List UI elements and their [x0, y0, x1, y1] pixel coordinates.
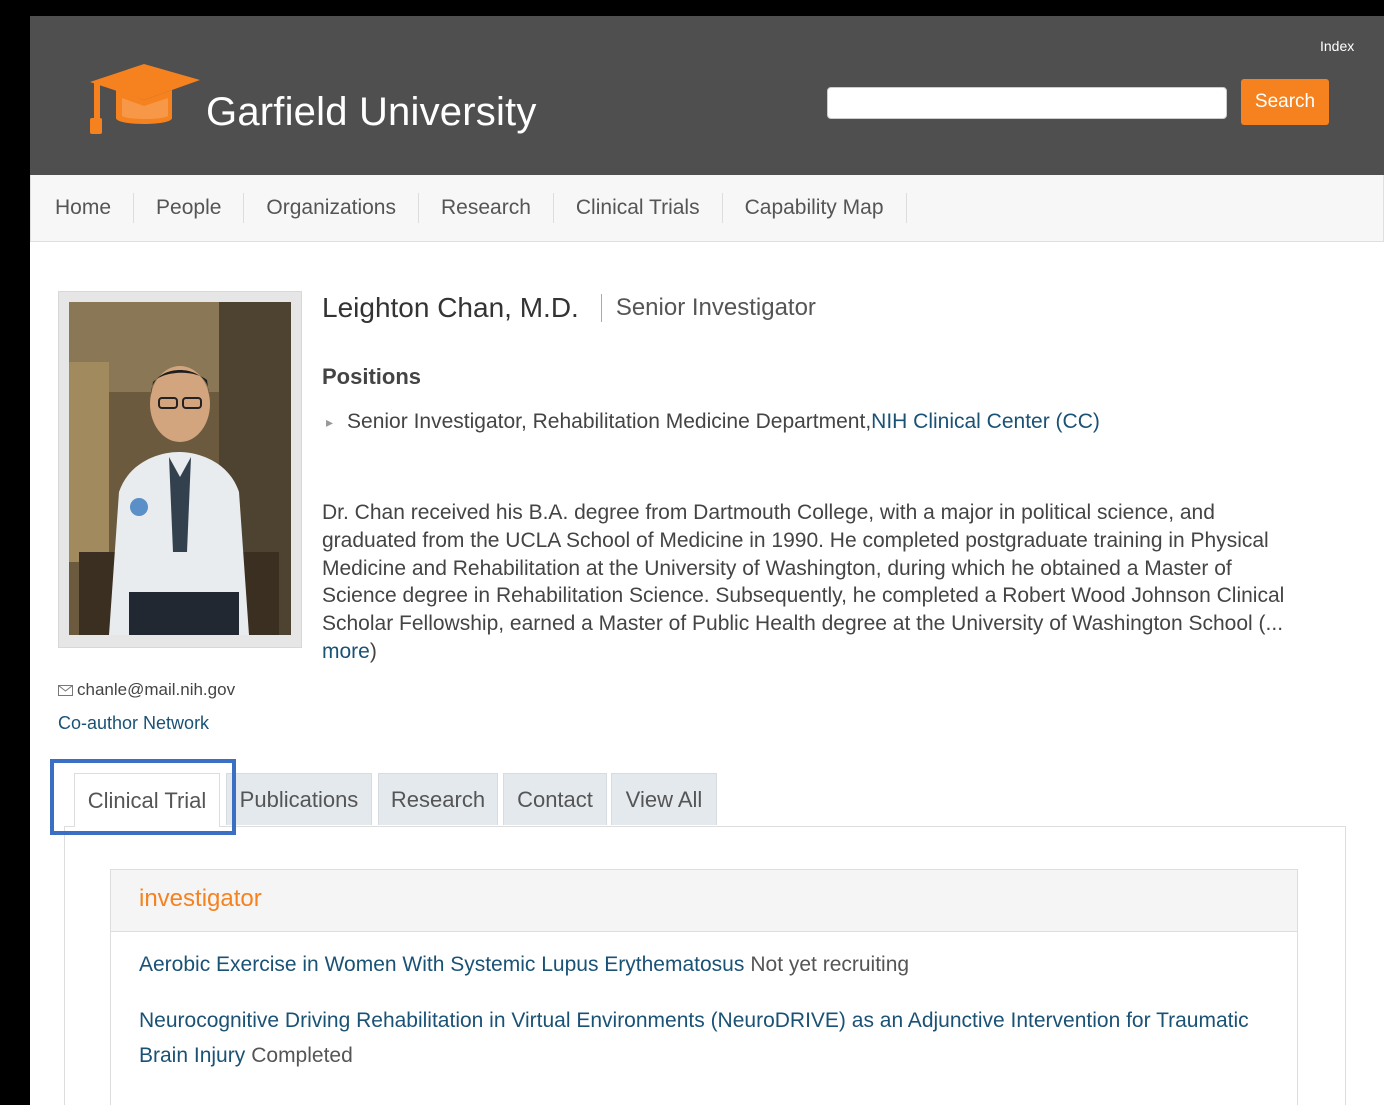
profile-name: Leighton Chan, M.D.	[322, 292, 579, 323]
title-divider	[600, 294, 602, 322]
position-item: ▸ Senior Investigator, Rehabilitation Me…	[326, 410, 1100, 434]
nav-research[interactable]: Research	[419, 193, 554, 223]
bio-text: Dr. Chan received his B.A. degree from D…	[322, 501, 1285, 636]
site-header: Garfield University Index Search	[30, 16, 1384, 175]
site-brand[interactable]: Garfield University	[206, 90, 537, 135]
profile-name-row: Leighton Chan, M.D. Senior Investigator	[322, 292, 816, 324]
trial-item: Aerobic Exercise in Women With Systemic …	[139, 947, 1249, 982]
tab-view-all[interactable]: View All	[611, 773, 717, 825]
nav-organizations[interactable]: Organizations	[244, 193, 419, 223]
tab-contact[interactable]: Contact	[503, 773, 607, 825]
mail-icon	[58, 684, 73, 696]
clinical-trials-header: investigator	[111, 870, 1297, 932]
bio-more-link[interactable]: more	[322, 640, 370, 663]
nav-people[interactable]: People	[134, 193, 245, 223]
main-nav: Home People Organizations Research Clini…	[30, 175, 1384, 242]
nav-clinical-trials[interactable]: Clinical Trials	[554, 193, 723, 223]
org-link[interactable]: NIH Clinical Center (CC)	[871, 410, 1100, 434]
trial-item: Neurocognitive Driving Rehabilitation in…	[139, 1003, 1249, 1073]
profile-title: Senior Investigator	[615, 294, 816, 321]
bio-close-paren: )	[369, 639, 377, 663]
profile-photo	[58, 291, 302, 648]
email-address[interactable]: chanle@mail.nih.gov	[77, 680, 235, 700]
tab-publications[interactable]: Publications	[226, 773, 372, 825]
nav-home[interactable]: Home	[31, 193, 135, 223]
search-input[interactable]	[827, 87, 1227, 119]
positions-heading: Positions	[322, 364, 422, 389]
section-title: investigator	[139, 885, 262, 912]
search-button[interactable]: Search	[1241, 79, 1329, 125]
trial-link[interactable]: Aerobic Exercise in Women With Systemic …	[139, 953, 744, 976]
trial-status: Completed	[251, 1044, 353, 1067]
profile-bio: Dr. Chan received his B.A. degree from D…	[322, 499, 1302, 666]
bullet-arrow-icon: ▸	[326, 413, 334, 430]
tab-highlight-annotation	[50, 759, 236, 835]
position-text: Senior Investigator, Rehabilitation Medi…	[347, 410, 872, 433]
clinical-trials-box: investigator Aerobic Exercise in Women W…	[110, 869, 1298, 1105]
page: Garfield University Index Search Home Pe…	[30, 16, 1384, 1105]
tab-research[interactable]: Research	[378, 773, 498, 825]
profile-photo-image	[69, 302, 291, 635]
index-link[interactable]: Index	[1320, 38, 1354, 54]
trial-status: Not yet recruiting	[750, 953, 910, 976]
bio-ellipsis: ...	[1265, 612, 1284, 636]
graduation-cap-icon[interactable]	[82, 60, 202, 140]
coauthor-network-link[interactable]: Co-author Network	[58, 713, 209, 734]
email-row: chanle@mail.nih.gov	[58, 680, 235, 700]
nav-capability-map[interactable]: Capability Map	[723, 193, 907, 223]
